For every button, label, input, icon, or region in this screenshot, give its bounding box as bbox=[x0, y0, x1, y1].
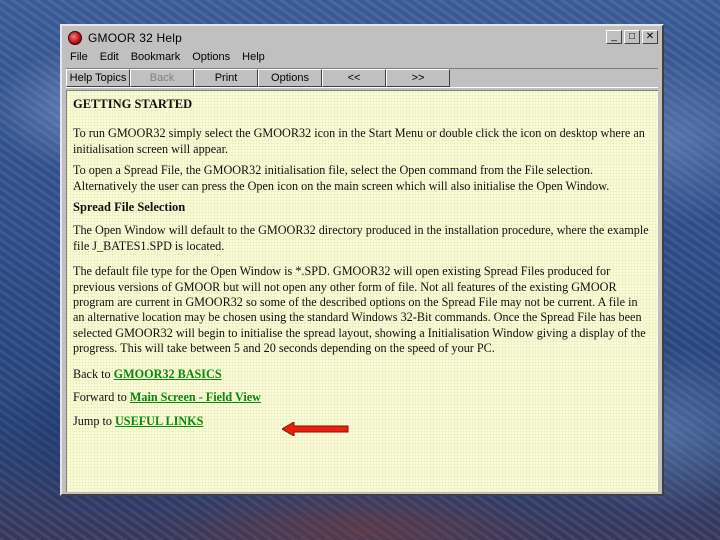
back-button[interactable]: Back bbox=[130, 69, 194, 87]
title-bar[interactable]: GMOOR 32 Help _ □ ✕ bbox=[64, 28, 660, 48]
link-main-screen-field-view[interactable]: Main Screen - Field View bbox=[130, 390, 261, 404]
paragraph-file-type: The default file type for the Open Windo… bbox=[73, 264, 646, 356]
back-nav-line: Back to GMOOR32 BASICS bbox=[73, 367, 650, 382]
forward-prefix: Forward to bbox=[73, 390, 130, 405]
menu-file[interactable]: File bbox=[70, 51, 88, 63]
heading-getting-started: GETTING STARTED bbox=[73, 97, 193, 111]
jump-prefix: Jump to bbox=[73, 413, 115, 428]
paragraph-run: To run GMOOR32 simply select the GMOOR32… bbox=[73, 126, 645, 156]
menu-options[interactable]: Options bbox=[192, 51, 230, 63]
forward-nav-line: Forward to Main Screen - Field View bbox=[73, 390, 650, 405]
window-controls: _ □ ✕ bbox=[606, 30, 658, 44]
heading-spread-file-selection: Spread File Selection bbox=[73, 200, 186, 215]
help-window: GMOOR 32 Help _ □ ✕ File Edit Bookmark O… bbox=[60, 24, 664, 496]
paragraph-open-window: The Open Window will default to the GMOO… bbox=[73, 223, 649, 253]
options-button[interactable]: Options bbox=[258, 69, 322, 87]
red-arrow-pointer bbox=[282, 422, 349, 436]
help-content: GETTING STARTED To run GMOOR32 simply se… bbox=[66, 90, 658, 492]
next-topic-button[interactable]: >> bbox=[386, 69, 450, 87]
app-icon[interactable] bbox=[68, 31, 82, 45]
menu-help[interactable]: Help bbox=[242, 51, 265, 63]
back-prefix: Back to bbox=[73, 366, 114, 381]
jump-nav-line: Jump to USEFUL LINKS bbox=[73, 414, 650, 429]
window-title: GMOOR 32 Help bbox=[88, 31, 182, 45]
toolbar: Help Topics Back Print Options << >> bbox=[66, 68, 658, 88]
link-gmoor32-basics[interactable]: GMOOR32 BASICS bbox=[114, 367, 222, 381]
maximize-button[interactable]: □ bbox=[624, 30, 640, 44]
help-topics-button[interactable]: Help Topics bbox=[66, 69, 130, 87]
link-useful-links[interactable]: USEFUL LINKS bbox=[115, 414, 203, 428]
print-button[interactable]: Print bbox=[194, 69, 258, 87]
paragraph-open: To open a Spread File, the GMOOR32 initi… bbox=[73, 163, 610, 193]
menu-bookmark[interactable]: Bookmark bbox=[131, 51, 181, 63]
menu-bar: File Edit Bookmark Options Help bbox=[64, 48, 660, 66]
prev-topic-button[interactable]: << bbox=[322, 69, 386, 87]
menu-edit[interactable]: Edit bbox=[100, 51, 119, 63]
minimize-button[interactable]: _ bbox=[606, 30, 622, 44]
close-button[interactable]: ✕ bbox=[642, 30, 658, 44]
